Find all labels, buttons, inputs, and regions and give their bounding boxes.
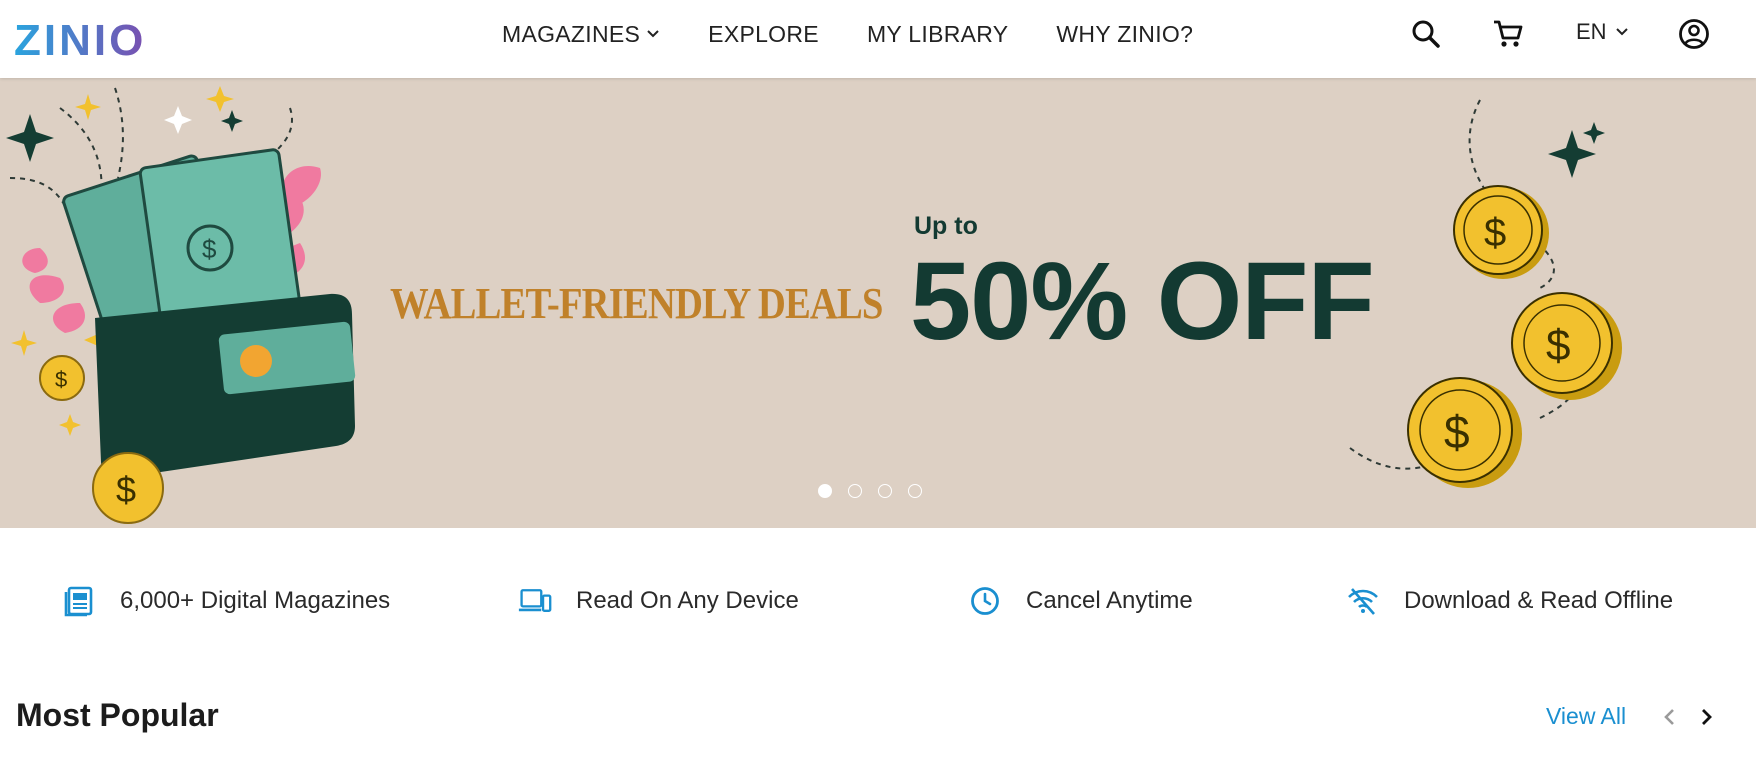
feature-label: 6,000+ Digital Magazines — [120, 587, 391, 614]
banner-headline: 50% OFF — [910, 240, 1375, 363]
nav-explore[interactable]: EXPLORE — [708, 21, 819, 48]
feature-offline: Download & Read Offline — [1346, 584, 1673, 618]
chevron-left-icon[interactable] — [1656, 703, 1684, 731]
chevron-right-icon[interactable] — [1692, 703, 1720, 731]
main-nav: MAGAZINES EXPLORE MY LIBRARY WHY ZINIO? — [502, 0, 1193, 68]
nav-magazines[interactable]: MAGAZINES — [502, 21, 660, 48]
view-all-link[interactable]: View All — [1546, 703, 1626, 730]
language-selector[interactable]: EN — [1576, 19, 1629, 45]
clock-icon — [968, 584, 1002, 618]
carousel-dot-1[interactable] — [818, 484, 832, 498]
logo-text: ZINIO — [14, 17, 146, 63]
language-label: EN — [1576, 19, 1607, 44]
svg-text:$: $ — [202, 234, 217, 264]
feature-magazines: 6,000+ Digital Magazines — [62, 584, 390, 618]
zinio-logo[interactable]: ZINIO — [14, 10, 164, 70]
feature-label: Cancel Anytime — [1026, 587, 1193, 614]
carousel-dot-4[interactable] — [908, 484, 922, 498]
chevron-down-icon — [646, 29, 660, 39]
chevron-down-icon — [1615, 27, 1629, 37]
top-header: ZINIO MAGAZINES EXPLORE MY LIBRARY WHY Z… — [0, 0, 1756, 78]
carousel-dots — [818, 484, 938, 498]
carousel-dot-2[interactable] — [848, 484, 862, 498]
nav-magazines-label: MAGAZINES — [502, 20, 641, 47]
features-bar: 6,000+ Digital Magazines Read On Any Dev… — [0, 528, 1756, 678]
account-icon[interactable] — [1676, 16, 1712, 52]
svg-text:$: $ — [116, 469, 136, 510]
banner-tagline: WALLET-FRIENDLY DEALS — [390, 279, 883, 328]
section-title-most-popular: Most Popular — [16, 697, 219, 733]
nav-my-library[interactable]: MY LIBRARY — [867, 21, 1008, 48]
feature-label: Download & Read Offline — [1404, 587, 1674, 614]
svg-text:$: $ — [1546, 321, 1570, 370]
svg-text:$: $ — [1444, 406, 1470, 458]
offline-icon — [1346, 584, 1380, 618]
nav-why-zinio[interactable]: WHY ZINIO? — [1056, 21, 1193, 48]
svg-text:$: $ — [1484, 211, 1506, 255]
svg-text:$: $ — [55, 367, 67, 392]
magazines-icon — [62, 584, 96, 618]
search-icon[interactable] — [1408, 16, 1444, 52]
promo-banner[interactable]: $ $ $ $ $ $ WALLET-FRIENDLY DEALS Up to … — [0, 78, 1756, 528]
cart-icon[interactable] — [1490, 16, 1526, 52]
feature-devices: Read On Any Device — [518, 584, 799, 618]
feature-cancel: Cancel Anytime — [968, 584, 1193, 618]
feature-label: Read On Any Device — [576, 587, 799, 614]
devices-icon — [518, 584, 552, 618]
banner-pre-headline: Up to — [914, 212, 978, 240]
carousel-dot-3[interactable] — [878, 484, 892, 498]
